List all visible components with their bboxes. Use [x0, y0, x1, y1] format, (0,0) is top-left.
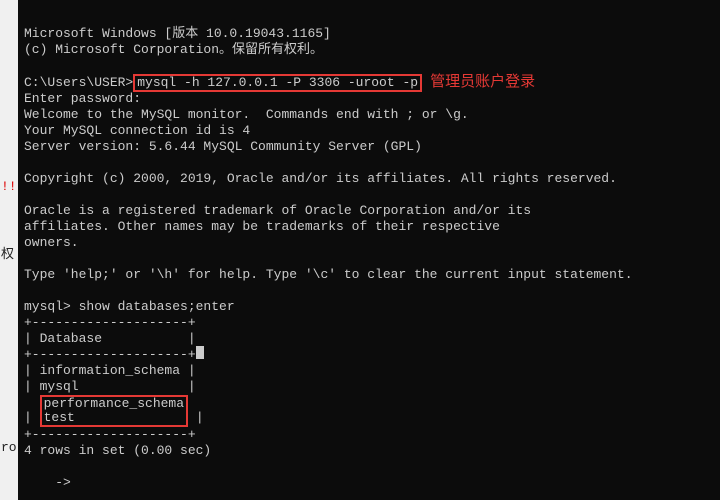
gutter-mark-2: 权	[1, 248, 18, 261]
db-highlight-box: performance_schema test	[40, 395, 188, 427]
mysql-prompt: mysql>	[24, 299, 79, 314]
trademark-line-2: affiliates. Other names may be trademark…	[24, 219, 500, 234]
server-version-line: Server version: 5.6.44 MySQL Community S…	[24, 139, 422, 154]
terminal-output: Microsoft Windows [版本 10.0.19043.1165] (…	[24, 26, 714, 491]
gutter-mark-3: ro	[1, 441, 18, 454]
enter-password-line: Enter password:	[24, 91, 141, 106]
continuation-prompt[interactable]: ->	[24, 475, 79, 490]
table-border-top: +--------------------+	[24, 315, 196, 330]
editor-gutter: !! 权 ro	[0, 0, 18, 500]
trademark-line-3: owners.	[24, 235, 79, 250]
os-version-line: Microsoft Windows [版本 10.0.19043.1165]	[24, 26, 331, 41]
db-row-2: | mysql |	[24, 379, 196, 394]
trademark-line-1: Oracle is a registered trademark of Orac…	[24, 203, 531, 218]
terminal-window[interactable]: Microsoft Windows [版本 10.0.19043.1165] (…	[18, 0, 720, 500]
shell-prompt: C:\Users\USER>	[24, 75, 133, 90]
gutter-mark-1: !!	[1, 180, 18, 193]
cursor-block	[196, 346, 204, 359]
db-row-1: | information_schema |	[24, 363, 196, 378]
table-header-row: | Database |	[24, 331, 196, 346]
oracle-copyright-line: Copyright (c) 2000, 2019, Oracle and/or …	[24, 171, 617, 186]
conn-id-line: Your MySQL connection id is 4	[24, 123, 250, 138]
table-border-sep: +--------------------+	[24, 347, 196, 362]
login-command-highlight: mysql -h 127.0.0.1 -P 3306 -uroot -p	[133, 74, 422, 92]
db-row-4-name: test	[44, 410, 184, 425]
help-line: Type 'help;' or '\h' for help. Type '\c'…	[24, 267, 633, 282]
rows-in-set-line: 4 rows in set (0.00 sec)	[24, 443, 211, 458]
welcome-line: Welcome to the MySQL monitor. Commands e…	[24, 107, 469, 122]
db-row-3-name: performance_schema	[44, 396, 184, 411]
table-border-bottom: +--------------------+	[24, 427, 196, 442]
ms-copyright-line: (c) Microsoft Corporation。保留所有权利。	[24, 42, 323, 57]
login-command-text: mysql -h 127.0.0.1 -P 3306 -uroot -p	[137, 75, 418, 90]
login-annotation: 管理员账户登录	[430, 73, 535, 90]
show-databases-cmd: show databases;enter	[79, 299, 235, 314]
